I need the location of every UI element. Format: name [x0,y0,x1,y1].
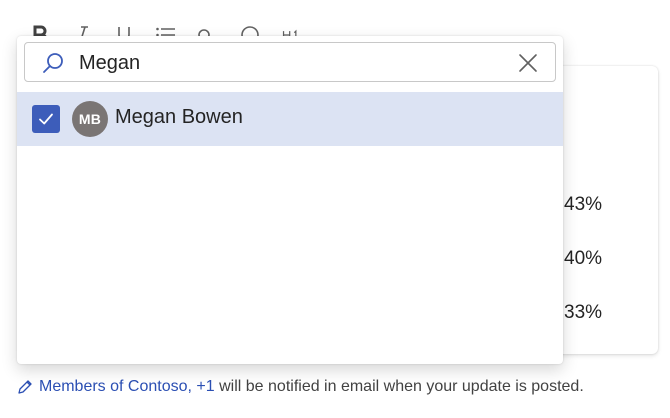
page: 43% 40% 33% MB [0,0,670,418]
checkbox[interactable] [32,105,60,133]
members-link[interactable]: Members of Contoso, [39,378,192,396]
avatar: MB [72,101,108,137]
percentage-value: 43% [564,194,603,215]
search-box [24,42,556,82]
pencil-icon[interactable] [17,379,33,395]
list-item[interactable]: MB Megan Bowen [17,92,563,146]
close-icon[interactable] [517,52,539,74]
percentage-value: 33% [564,302,603,323]
search-icon [41,51,65,75]
more-members-link[interactable]: +1 [196,378,214,396]
percentage-value: 40% [564,248,603,269]
notification-footer: Members of Contoso, +1 will be notified … [17,376,584,398]
people-picker-dropdown: MB Megan Bowen [17,36,563,364]
search-input[interactable] [79,49,499,77]
person-name: Megan Bowen [115,106,243,128]
notification-message: will be notified in email when your upda… [219,378,584,395]
checkmark-icon [39,113,53,125]
